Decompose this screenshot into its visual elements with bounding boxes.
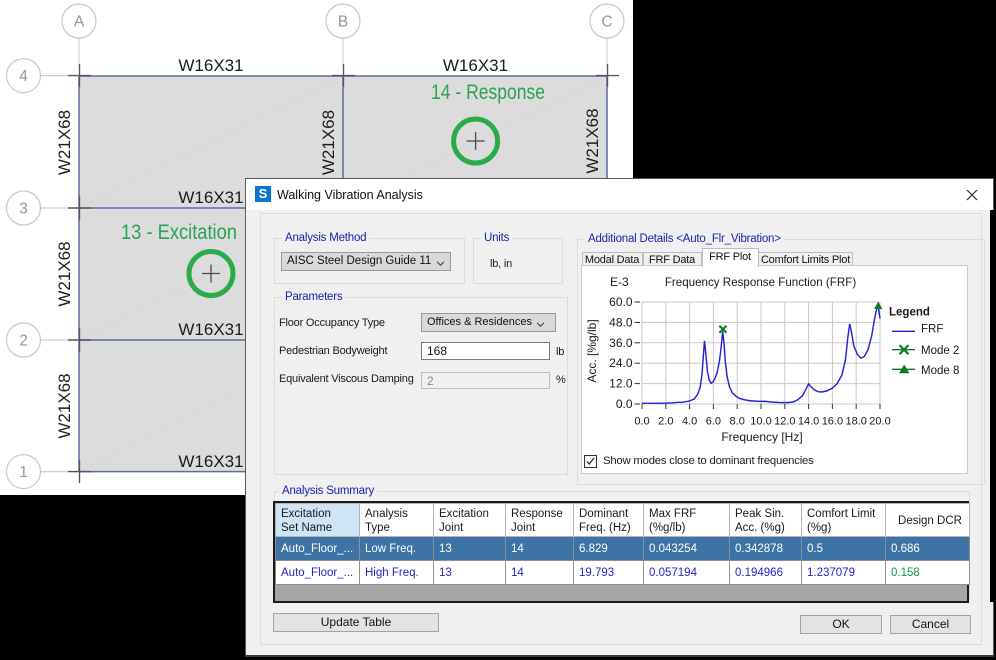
- svg-text:W21X68: W21X68: [583, 108, 602, 173]
- svg-text:0.0: 0.0: [616, 397, 633, 411]
- svg-text:12.0: 12.0: [774, 416, 795, 428]
- svg-text:2.0: 2.0: [658, 416, 673, 428]
- svg-text:W16X31: W16X31: [443, 56, 508, 75]
- svg-text:W16X31: W16X31: [178, 320, 243, 339]
- svg-text:16.0: 16.0: [822, 416, 843, 428]
- svg-text:14 - Response: 14 - Response: [431, 81, 545, 104]
- svg-text:C: C: [601, 14, 612, 31]
- svg-text:14.0: 14.0: [798, 416, 819, 428]
- svg-text:Frequency [Hz]: Frequency [Hz]: [721, 430, 802, 444]
- svg-text:0.0: 0.0: [634, 416, 649, 428]
- svg-text:1: 1: [19, 464, 28, 481]
- svg-text:W16X31: W16X31: [178, 188, 243, 207]
- svg-text:FRF: FRF: [921, 324, 943, 336]
- svg-text:Mode 2: Mode 2: [921, 345, 959, 357]
- svg-text:W16X31: W16X31: [178, 56, 243, 75]
- svg-text:4.0: 4.0: [682, 416, 697, 428]
- svg-text:20.0: 20.0: [869, 416, 890, 428]
- svg-text:3: 3: [19, 201, 28, 218]
- svg-text:6.0: 6.0: [706, 416, 721, 428]
- svg-text:W21X68: W21X68: [319, 110, 338, 175]
- svg-text:10.0: 10.0: [750, 416, 771, 428]
- svg-text:A: A: [74, 14, 85, 31]
- svg-text:2: 2: [19, 333, 28, 350]
- svg-text:24.0: 24.0: [609, 356, 633, 370]
- svg-text:60.0: 60.0: [609, 295, 633, 309]
- svg-text:4: 4: [19, 68, 28, 85]
- svg-text:Frequency Response Function (F: Frequency Response Function (FRF): [665, 276, 857, 289]
- svg-text:B: B: [338, 14, 348, 31]
- svg-text:48.0: 48.0: [609, 315, 633, 329]
- svg-text:E-3: E-3: [610, 275, 629, 289]
- svg-text:18.0: 18.0: [845, 416, 866, 428]
- svg-text:13 - Excitation: 13 - Excitation: [121, 221, 237, 244]
- svg-text:Acc. [%g/lb]: Acc. [%g/lb]: [585, 319, 599, 382]
- svg-text:Mode 8: Mode 8: [921, 365, 959, 377]
- svg-text:8.0: 8.0: [730, 416, 745, 428]
- svg-text:W21X68: W21X68: [55, 110, 74, 175]
- svg-text:W21X68: W21X68: [55, 373, 74, 438]
- svg-text:36.0: 36.0: [609, 336, 633, 350]
- svg-text:W16X31: W16X31: [178, 452, 243, 471]
- svg-text:W21X68: W21X68: [55, 241, 74, 306]
- svg-text:Legend: Legend: [889, 307, 930, 319]
- svg-text:12.0: 12.0: [609, 377, 633, 391]
